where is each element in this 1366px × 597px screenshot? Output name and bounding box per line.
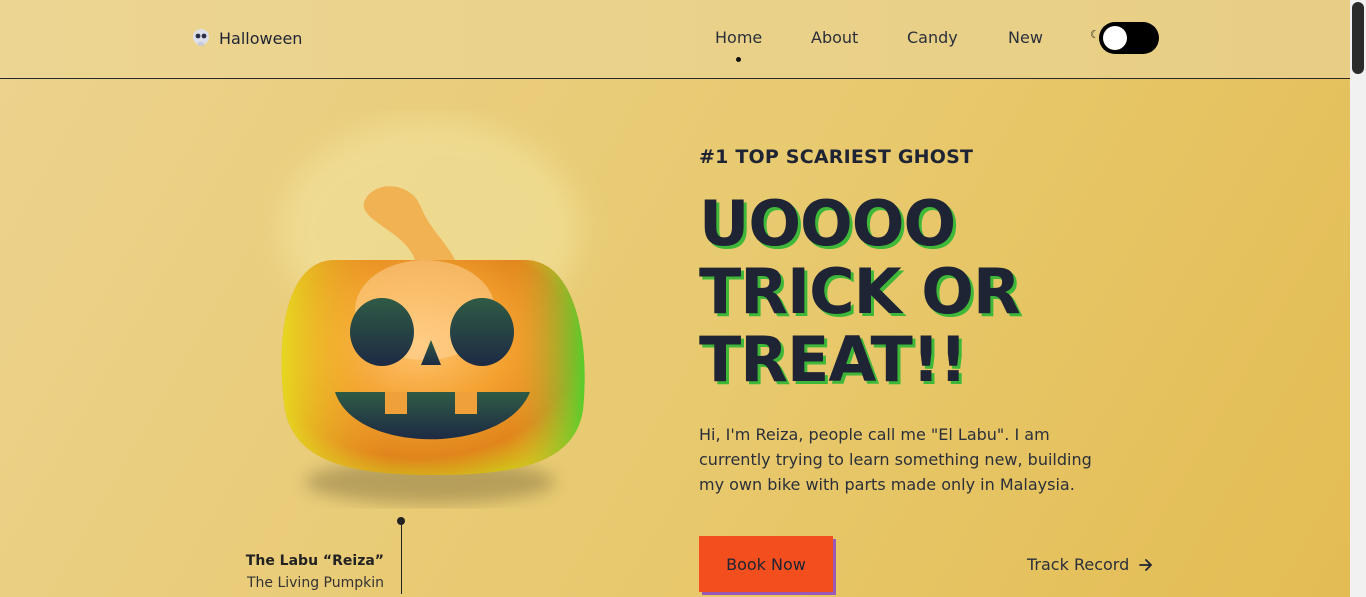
pumpkin-illustration bbox=[280, 120, 585, 504]
track-record-label: Track Record bbox=[1027, 555, 1130, 574]
track-record-link[interactable]: Track Record bbox=[1027, 555, 1153, 574]
site-header: Halloween Home About Candy New ☾ bbox=[0, 0, 1350, 79]
logo-text: Halloween bbox=[219, 28, 303, 48]
scrollbar-thumb[interactable] bbox=[1352, 2, 1364, 74]
caption-name: The Labu “Reiza” bbox=[245, 553, 384, 569]
hero-title: UOOOO TRICK OR TREAT!! bbox=[699, 190, 1099, 394]
caption-subtitle: The Living Pumpkin bbox=[246, 575, 384, 591]
hero-title-line-2: TRICK OR bbox=[699, 255, 1021, 328]
theme-toggle[interactable] bbox=[1099, 22, 1159, 54]
nav-new[interactable]: New bbox=[1008, 28, 1043, 47]
hero-subtitle: #1 TOP SCARIEST GHOST bbox=[699, 146, 974, 168]
hero-description: Hi, I'm Reiza, people call me "El Labu".… bbox=[699, 425, 1092, 494]
nav-about[interactable]: About bbox=[811, 28, 858, 47]
caption-line bbox=[401, 522, 402, 594]
scrollbar[interactable] bbox=[1350, 0, 1366, 597]
active-nav-indicator bbox=[736, 57, 741, 62]
skull-icon bbox=[193, 29, 209, 46]
hero-title-line-3: TREAT!! bbox=[699, 323, 967, 396]
hero-title-line-1: UOOOO bbox=[699, 187, 956, 260]
book-now-button[interactable]: Book Now bbox=[699, 536, 833, 592]
logo[interactable]: Halloween bbox=[191, 28, 302, 48]
toggle-knob bbox=[1103, 26, 1127, 50]
nav-home[interactable]: Home bbox=[715, 28, 762, 47]
arrow-right-icon bbox=[1139, 558, 1153, 571]
nav-candy[interactable]: Candy bbox=[907, 28, 958, 47]
